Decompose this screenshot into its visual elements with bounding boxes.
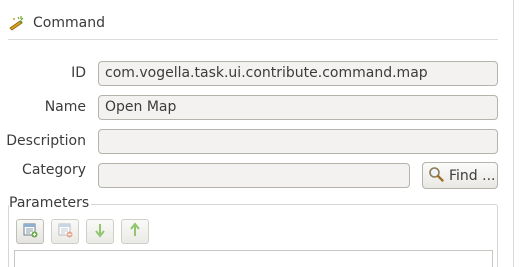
- add-parameter-icon: [22, 222, 38, 242]
- category-field[interactable]: [98, 163, 410, 188]
- parameters-title: Parameters: [9, 195, 92, 211]
- id-field[interactable]: com.vogella.task.ui.contribute.command.m…: [98, 61, 498, 86]
- move-up-button[interactable]: [121, 219, 149, 244]
- parameters-table[interactable]: [14, 250, 493, 267]
- find-button-label: Find ...: [449, 167, 496, 184]
- search-icon: [428, 166, 444, 186]
- remove-parameter-button[interactable]: [51, 219, 79, 244]
- move-down-icon: [92, 222, 108, 242]
- move-up-icon: [127, 221, 143, 242]
- description-label: Description: [6, 133, 86, 149]
- find-button[interactable]: Find ...: [422, 162, 498, 189]
- panel-right-border: [513, 0, 514, 267]
- category-label: Category: [22, 162, 86, 178]
- command-editor-panel: Command ID com.vogella.task.ui.contribut…: [0, 0, 519, 267]
- remove-parameter-icon: [57, 222, 73, 242]
- section-title: Command: [33, 15, 105, 31]
- section-header: Command: [8, 13, 105, 33]
- command-wand-icon: [8, 15, 24, 31]
- move-down-button[interactable]: [86, 219, 114, 244]
- add-parameter-button[interactable]: [16, 219, 44, 244]
- header-separator: [8, 39, 498, 40]
- description-field[interactable]: [98, 129, 498, 154]
- name-label: Name: [44, 99, 86, 115]
- name-field[interactable]: Open Map: [98, 95, 498, 120]
- id-label: ID: [71, 65, 86, 81]
